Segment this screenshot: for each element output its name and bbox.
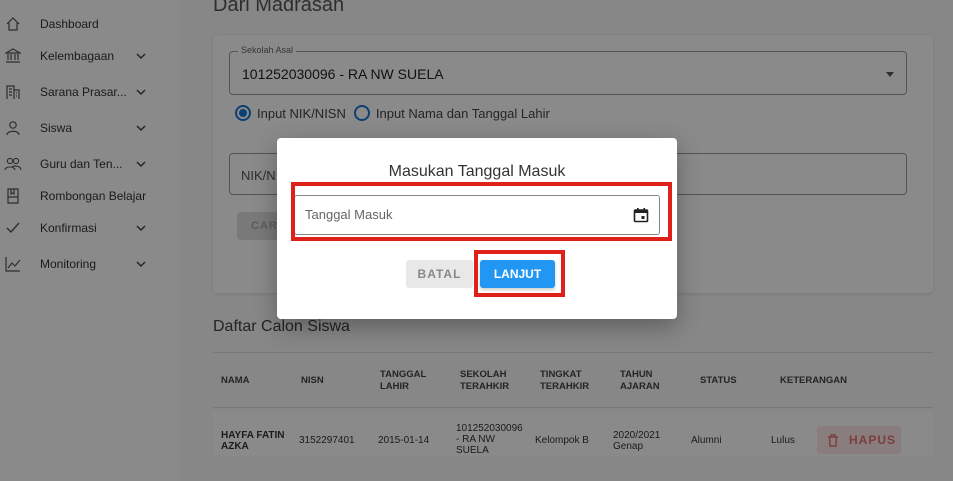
dialog-title: Masukan Tanggal Masuk: [388, 163, 566, 180]
tanggal-masuk-dialog: Masukan Tanggal Masuk Tanggal Masuk BATA…: [277, 138, 677, 319]
batal-button[interactable]: BATAL: [406, 260, 473, 288]
highlight-box-lanjut: [474, 250, 565, 297]
highlight-box-date-field: [291, 182, 672, 241]
